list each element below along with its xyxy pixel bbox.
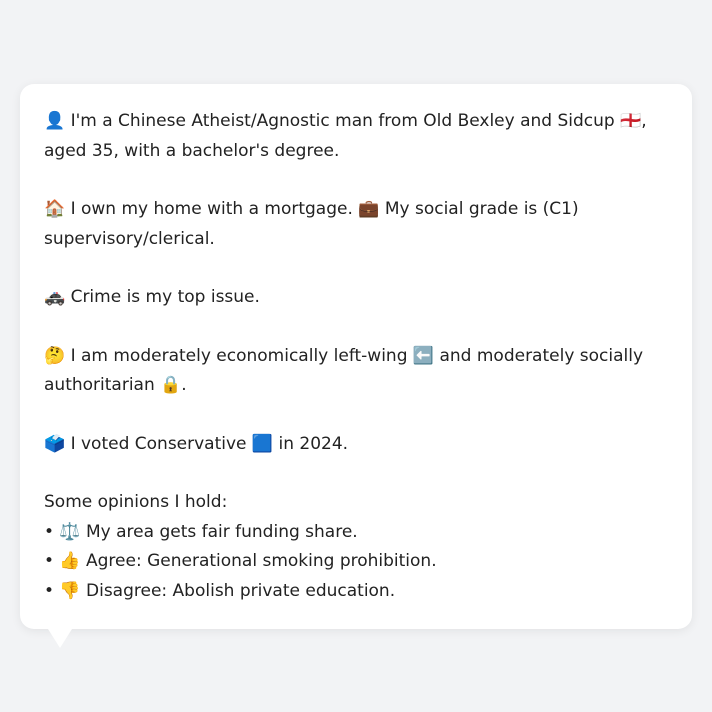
vote-text: 🗳️ I voted Conservative 🟦 in 2024. (44, 433, 349, 454)
opinion-item: • 👍 Agree: Generational smoking prohibit… (44, 551, 437, 571)
opinion-item: • ⚖️ My area gets fair funding share. (44, 521, 358, 542)
ideology-text: 🤔 I am moderately economically left-wing… (44, 345, 644, 396)
identity-text: 👤 I'm a Chinese Atheist/Agnostic man fro… (44, 111, 647, 161)
opinions-heading: Some opinions I hold: (44, 492, 228, 512)
persona-message-bubble: 👤 I'm a Chinese Atheist/Agnostic man fro… (20, 84, 692, 629)
bubble-tail (48, 629, 72, 648)
opinion-item: • 👎 Disagree: Abolish private education. (44, 580, 396, 601)
housing-text: 🏠 I own my home with a mortgage. 💼 My so… (44, 199, 579, 249)
top-issue-text: 🚓 Crime is my top issue. (44, 287, 260, 307)
opinions-section: Some opinions I hold: • ⚖️ My area gets … (44, 488, 672, 606)
